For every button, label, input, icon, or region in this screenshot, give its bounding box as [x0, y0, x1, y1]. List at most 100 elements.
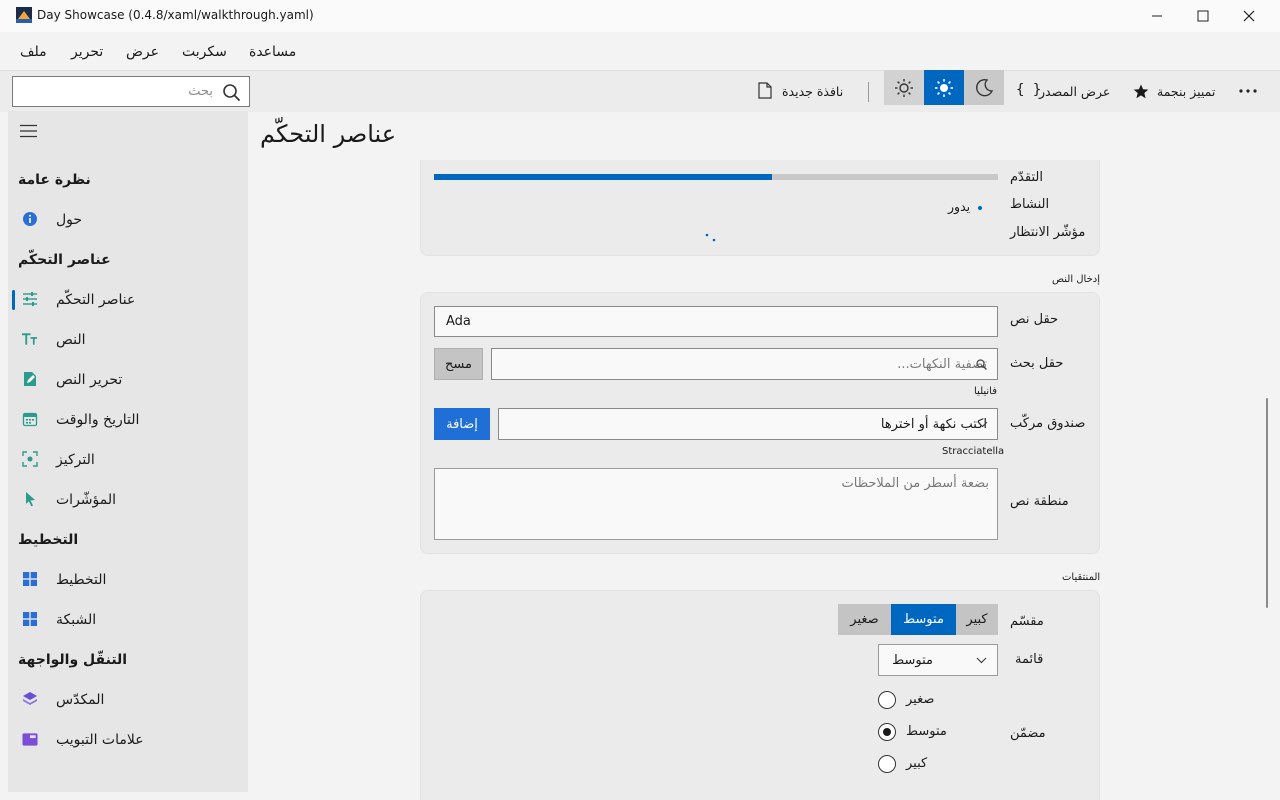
radio-large-label: كبير	[906, 756, 928, 771]
radio-group-label: مضمّن	[1010, 726, 1046, 741]
radio-medium[interactable]	[878, 723, 896, 741]
text-field[interactable]: Ada	[434, 306, 998, 337]
spinner-label: مؤشّر الانتظار	[1010, 225, 1086, 240]
spinner-icon	[705, 233, 716, 242]
segment-medium[interactable]: متوسط	[891, 604, 956, 635]
focus-icon	[22, 451, 38, 467]
search-input[interactable]	[23, 77, 213, 106]
activity-dot-icon	[978, 206, 982, 210]
menu-help[interactable]: مساعدة	[249, 44, 296, 60]
hamburger-menu-icon[interactable]	[20, 124, 37, 138]
segment-small[interactable]: صغير	[838, 604, 891, 635]
combo-result: Stracciatella	[942, 446, 1005, 457]
text-area-label: منطقة نص	[1010, 494, 1069, 509]
maximize-button[interactable]	[1180, 0, 1226, 32]
layout-icon	[22, 571, 38, 587]
list-dropdown[interactable]: متوسط	[878, 644, 998, 676]
text-field-value: Ada	[446, 314, 471, 329]
selection-indicator	[12, 290, 15, 310]
search-icon[interactable]	[222, 83, 241, 102]
page-title: عناصر التحكّم	[260, 120, 397, 148]
sidebar-item-about[interactable]: حول	[56, 212, 82, 228]
maximize-icon	[1197, 10, 1209, 22]
sidebar-item-layout[interactable]: التخطيط	[56, 572, 106, 588]
view-source-button[interactable]: عرض المصدر	[1039, 84, 1110, 99]
activity-state: يدور	[948, 199, 971, 214]
theme-auto-button[interactable]	[884, 70, 924, 105]
search-result: فانيليا	[974, 386, 998, 397]
sidebar-item-cursors[interactable]: المؤشّرات	[56, 492, 116, 508]
pickers-section-title: المنتقيات	[1062, 572, 1101, 583]
menu-file[interactable]: ملف	[20, 44, 47, 60]
add-button[interactable]: إضافة	[434, 408, 490, 440]
grid-icon	[22, 611, 38, 627]
pickers-card	[420, 590, 1100, 800]
minimize-button[interactable]	[1134, 0, 1180, 32]
list-label: قائمة	[1015, 652, 1044, 667]
menu-script[interactable]: سكربت	[182, 44, 227, 60]
text-area[interactable]: بضعة أسطر من الملاحظات	[434, 468, 998, 540]
theme-light-button[interactable]	[924, 70, 964, 105]
close-button[interactable]	[1226, 0, 1272, 32]
radio-large[interactable]	[878, 755, 896, 773]
sidebar-heading-navigation: التنقّل والواجهة	[18, 652, 128, 668]
sidebar-item-grid[interactable]: الشبكة	[56, 612, 96, 628]
radio-medium-label: متوسط	[906, 724, 947, 739]
close-icon	[1243, 10, 1255, 22]
combo-box-label: صندوق مركّب	[1010, 416, 1086, 431]
search-field-label: حقل بحث	[1010, 356, 1064, 371]
theme-dark-button[interactable]	[964, 70, 1004, 105]
star-icon	[1133, 84, 1149, 99]
scrollbar-thumb[interactable]	[1266, 398, 1268, 608]
calendar-icon	[22, 411, 38, 427]
sidebar-item-stack[interactable]: المكدّس	[56, 692, 104, 708]
radio-small[interactable]	[878, 691, 896, 709]
segmented-label: مقسّم	[1010, 614, 1044, 629]
combo-box[interactable]: اكتب نكهة أو اخترها	[498, 408, 998, 440]
sidebar-item-controls[interactable]: عناصر التحكّم	[56, 292, 135, 308]
sidebar	[8, 111, 248, 792]
sun-icon	[935, 78, 953, 97]
cursor-icon	[22, 491, 38, 507]
sidebar-item-tabs[interactable]: علامات التبويب	[56, 732, 144, 748]
new-window-button[interactable]: نافذة جديدة	[782, 84, 843, 99]
text-size-icon	[22, 331, 38, 347]
moon-icon	[976, 78, 994, 96]
sidebar-item-text[interactable]: النص	[56, 332, 86, 348]
search-field[interactable]: تصفية النكهات...	[491, 348, 998, 380]
search-field-icon	[976, 359, 987, 370]
star-button[interactable]: تمييز بنجمة	[1157, 84, 1215, 99]
toolbar-divider	[868, 82, 869, 102]
radio-selected-dot	[883, 728, 891, 736]
text-input-section-title: إدخال النص	[1052, 274, 1100, 285]
segment-large[interactable]: كبير	[956, 604, 998, 635]
sidebar-item-focus[interactable]: التركيز	[56, 452, 95, 468]
activity-label: النشاط	[1010, 197, 1050, 212]
sidebar-search	[12, 76, 250, 107]
sidebar-heading-layout: التخطيط	[18, 532, 79, 548]
progress-track	[434, 174, 998, 180]
list-dropdown-value: متوسط	[892, 653, 933, 668]
braces-icon: { }	[1016, 82, 1042, 98]
progress-label: التقدّم	[1010, 170, 1043, 185]
sidebar-item-date-time[interactable]: التاريخ والوقت	[56, 412, 139, 428]
progress-fill	[434, 174, 773, 180]
edit-document-icon	[22, 371, 38, 387]
more-options-icon[interactable]	[1239, 89, 1257, 93]
text-area-placeholder: بضعة أسطر من الملاحظات	[841, 476, 989, 491]
search-field-placeholder: تصفية النكهات...	[897, 357, 987, 372]
combo-box-text: اكتب نكهة أو اخترها	[880, 417, 987, 432]
sidebar-heading-overview: نظرة عامة	[18, 172, 91, 188]
menu-edit[interactable]: تحرير	[71, 44, 103, 60]
info-icon	[22, 211, 38, 227]
sun-outline-icon	[895, 78, 913, 97]
app-logo-icon	[16, 7, 32, 23]
menu-view[interactable]: عرض	[126, 44, 159, 60]
sidebar-item-text-editing[interactable]: تحرير النص	[56, 372, 122, 388]
clear-button[interactable]: مسح	[434, 348, 483, 380]
sliders-icon	[22, 291, 38, 307]
chevron-down-icon	[976, 657, 987, 664]
chevron-down-icon[interactable]	[977, 421, 988, 428]
new-window-icon	[758, 82, 772, 99]
window-title: Day Showcase (0.4.8/xaml/walkthrough.yam…	[37, 8, 314, 22]
